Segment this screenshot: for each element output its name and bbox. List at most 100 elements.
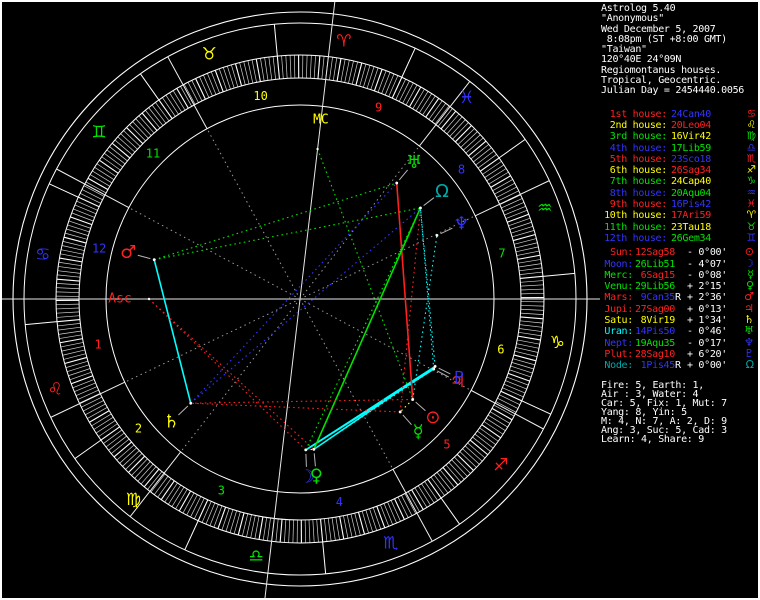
degree-tick [70, 216, 93, 226]
sign-glyph-virgo-icon: ♍ [126, 490, 141, 510]
info-panel: Astrolog 5.40 "Anonymous" Wed December 5,… [601, 3, 758, 445]
house-row: 12th house: 26Gem34 ♊ [601, 233, 758, 244]
degree-tick [289, 55, 292, 79]
degree-tick [213, 505, 223, 528]
degree-tick [313, 55, 316, 79]
degree-tick [74, 204, 97, 215]
degree-tick [56, 307, 80, 310]
degree-tick [89, 410, 110, 423]
mc-label: MC [313, 113, 329, 128]
degree-tick [509, 369, 532, 378]
degree-tick [518, 259, 541, 264]
degree-tick [206, 73, 217, 95]
degree-tick [76, 200, 98, 211]
sign-glyph-capricorn-icon: ♑ [550, 333, 565, 353]
sign-glyph-cancer-icon: ♋ [35, 245, 50, 265]
degree-tick [217, 506, 227, 529]
planet-position-dot [435, 233, 439, 237]
uranus-glyph-icon: ♅ [406, 152, 422, 173]
degree-tick [59, 334, 82, 339]
mercury-glyph-icon: ☿ [413, 422, 424, 443]
degree-tick [348, 60, 354, 84]
stats-block: Fire: 5, Earth: 1, Air : 3, Water: 4 Car: … [601, 380, 758, 445]
planet-latitude: + 0°13' [686, 303, 727, 315]
planet-latitude: - 0°17' [686, 337, 727, 349]
node-glyph-icon: Ω [435, 181, 449, 202]
planet-row: Merc: 6Sag15- 0°08' ☿ [601, 269, 758, 281]
degree-tick [384, 73, 395, 96]
house-row: 6th house: 26Sag34 ♐ [601, 165, 758, 176]
degree-tick [56, 311, 80, 314]
degree-tick [72, 379, 95, 389]
planet-label: Venu: [604, 281, 633, 293]
zodiac-sign-icon: ♓ [746, 198, 756, 211]
asc-position-dot [147, 297, 151, 301]
planet-position-dot [419, 206, 422, 210]
degree-tick [515, 347, 539, 353]
house-row: 5th house: 23Sco18 ♏ [601, 153, 758, 165]
sign-glyph-scorpio-icon: ♏ [383, 534, 398, 554]
degree-tick [267, 517, 271, 541]
sign-glyph-leo-icon: ♌ [48, 380, 63, 400]
degree-tick [195, 78, 206, 100]
mc-position-dot [316, 147, 319, 151]
degree-tick [501, 198, 523, 209]
degree-tick [343, 515, 349, 539]
house-cusp-line [470, 389, 544, 430]
degree-tick [500, 390, 522, 402]
house-cusp-value: 17Lib59 [670, 142, 711, 154]
house-number: 1 [94, 338, 101, 352]
degree-tick [66, 364, 90, 373]
house-row: 10th house: 17Ari59 ♈ [601, 210, 758, 221]
planet-latitude: - 0°08' [686, 269, 727, 281]
degree-tick [74, 382, 96, 393]
planet-position-value: 12Sag58 [634, 247, 675, 259]
degree-tick [79, 192, 101, 204]
degree-tick [517, 335, 541, 341]
house-number: 4 [336, 495, 343, 509]
planet-row: Venu: 29Lib56 + 2°15' ♀ [601, 280, 758, 293]
degree-tick [317, 55, 321, 79]
degree-tick [58, 261, 82, 267]
degree-tick [520, 316, 544, 320]
degree-tick [504, 205, 526, 216]
degree-tick [408, 86, 422, 108]
planets-table: Sun: 12Sag58- 0°00' ⊙ Moon: 26Lib51- 4°07' ☽ M… [601, 246, 758, 371]
planet-position-dot [312, 447, 316, 451]
degree-tick [369, 508, 378, 531]
house-row: 3rd house: 16Vir42 ♍ [601, 131, 758, 142]
degree-tick [415, 91, 429, 112]
house-cusp-dotted [206, 128, 301, 300]
degree-tick [518, 331, 542, 337]
house-cusp-value: 24Can40 [670, 108, 711, 120]
degree-tick [331, 517, 336, 541]
degree-tick [60, 253, 83, 259]
house-row: 1st house: 24Can40 ♋ [601, 108, 758, 120]
planet-latitude: + 6°20' [686, 348, 727, 360]
degree-tick [57, 323, 81, 327]
degree-tick [395, 78, 407, 100]
degree-tick [507, 372, 530, 382]
degree-tick [404, 493, 417, 514]
degree-tick [346, 514, 353, 538]
degree-tick [85, 181, 107, 194]
houses-table: 1st house: 24Can40 ♋ 2nd house: 20Leo04 ♌ 3rd … [601, 108, 758, 245]
sign-glyph-libra-icon: ♎ [249, 546, 264, 566]
degree-tick [505, 380, 527, 390]
degree-tick [383, 503, 394, 525]
degree-tick [520, 305, 544, 307]
degree-tick [519, 275, 543, 280]
degree-tick [520, 312, 544, 315]
degree-tick [517, 254, 541, 260]
house-cusp-dotted [299, 298, 472, 391]
house-number: 9 [375, 101, 382, 115]
house-label: 10th house: [604, 210, 667, 222]
degree-tick [56, 303, 80, 306]
planet-row: Satu: 8Vir19 + 1°34' ♄ [601, 314, 758, 326]
house-label: 4th house: [609, 142, 668, 154]
degree-tick [279, 519, 283, 543]
degree-tick [316, 519, 319, 543]
aspect-line-trine [154, 182, 397, 261]
degree-tick [186, 494, 198, 516]
degree-tick [56, 278, 80, 282]
